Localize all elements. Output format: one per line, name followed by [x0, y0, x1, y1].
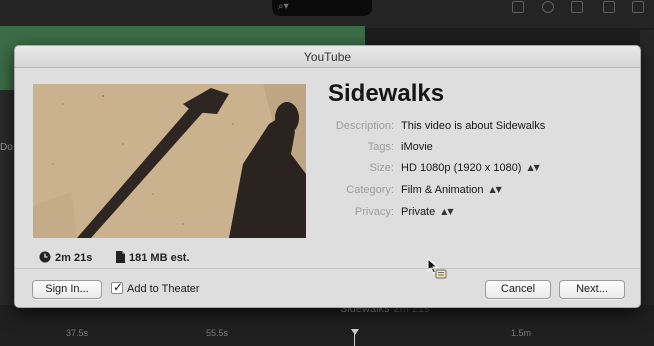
size-stat: 181 MB est.	[116, 251, 190, 266]
clock-icon	[39, 251, 51, 266]
timeline-tick: 1.5m	[511, 328, 532, 338]
playhead-handle[interactable]	[351, 329, 359, 335]
add-to-theater-label: Add to Theater	[127, 283, 200, 295]
duration-stat: 2m 21s	[39, 251, 92, 266]
detail-row-privacy: Privacy: Private ▲▼	[275, 206, 635, 222]
sidebar-partial-label: Do	[0, 142, 13, 153]
tags-field[interactable]: iMovie	[401, 141, 433, 153]
video-title: Sidewalks	[328, 80, 445, 107]
theater-checkbox-box[interactable]: ✓	[111, 280, 124, 294]
playhead-line	[354, 334, 355, 346]
description-field[interactable]: This video is about Sidewalks	[401, 120, 545, 132]
timeline-area	[0, 305, 654, 346]
privacy-stepper-icon: ▲▼	[441, 207, 454, 216]
checkmark-icon: ✓	[113, 280, 124, 294]
category-popup[interactable]: Film & Animation ▲▼	[401, 184, 502, 196]
privacy-label: Privacy:	[354, 206, 394, 218]
add-to-theater-checkbox[interactable]: ✓ Add to Theater	[111, 280, 200, 295]
size-value: HD 1080p (1920 x 1080)	[401, 162, 522, 174]
size-popup[interactable]: HD 1080p (1920 x 1080) ▲▼	[401, 162, 540, 174]
dialog-title: YouTube	[15, 46, 640, 68]
tags-label: Tags:	[367, 141, 394, 153]
duration-value: 2m 21s	[55, 252, 93, 264]
timeline-tick: 37.5s	[66, 328, 89, 338]
video-preview-thumbnail	[33, 84, 306, 238]
detail-row-description: Description: This video is about Sidewal…	[275, 120, 635, 136]
viewer-edge	[640, 30, 654, 310]
next-button[interactable]: Next...	[559, 280, 625, 299]
privacy-popup[interactable]: Private ▲▼	[401, 206, 454, 218]
category-label: Category:	[346, 184, 394, 196]
category-stepper-icon: ▲▼	[489, 185, 502, 194]
crop-tool-icon[interactable]	[571, 1, 583, 13]
detail-row-tags: Tags: iMovie	[275, 141, 635, 157]
description-label: Description:	[335, 120, 394, 132]
search-icon: ⌕▾	[278, 1, 289, 12]
size-stepper-icon: ▲▼	[527, 163, 540, 172]
stabilize-tool-icon[interactable]	[632, 1, 644, 13]
camera-tool-icon[interactable]	[603, 1, 615, 13]
footer-divider	[15, 268, 640, 269]
detail-row-category: Category: Film & Animation ▲▼	[275, 184, 635, 200]
document-icon	[116, 251, 125, 266]
share-youtube-dialog: YouTube 2m 21s 181 MB est. Sidewalks Des…	[14, 45, 641, 308]
sign-in-button[interactable]: Sign In...	[32, 280, 102, 299]
privacy-value: Private	[401, 206, 436, 218]
color-tool-icon[interactable]	[542, 1, 554, 13]
size-label: Size:	[369, 162, 394, 174]
detail-row-size: Size: HD 1080p (1920 x 1080) ▲▼	[275, 162, 635, 178]
toolbar-search-field[interactable]: ⌕▾	[272, 0, 372, 16]
timeline-tick: 55.5s	[206, 328, 229, 338]
cancel-button[interactable]: Cancel	[485, 280, 551, 299]
enhance-tool-icon[interactable]	[512, 1, 524, 13]
pointer-with-copy-badge-icon	[427, 257, 449, 285]
category-value: Film & Animation	[401, 184, 484, 196]
size-estimate-value: 181 MB est.	[129, 252, 190, 264]
